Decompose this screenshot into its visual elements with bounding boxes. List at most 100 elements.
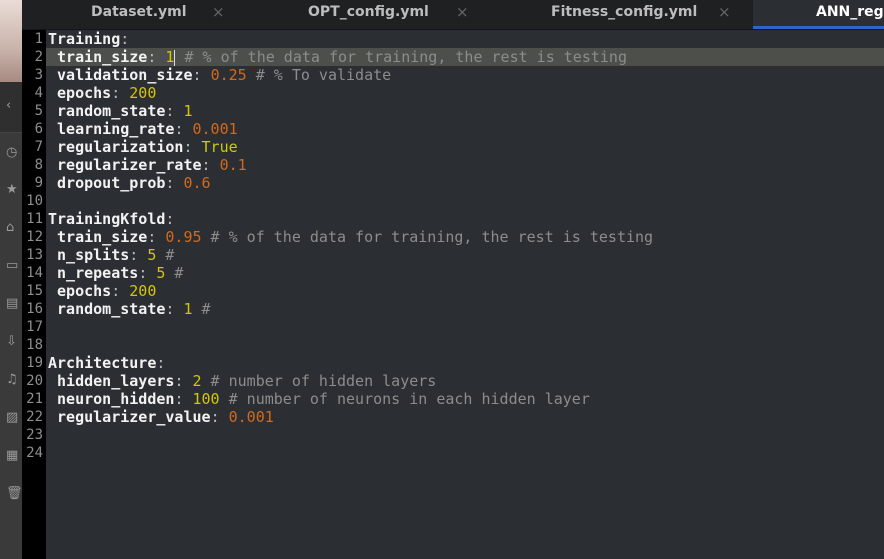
yaml-key: dropout_prob: [57, 174, 166, 192]
comment: # % of the data for training, the rest i…: [201, 228, 654, 246]
yaml-value: 0.95: [165, 228, 202, 246]
tab-fitness-config[interactable]: Fitness_config.yml ×: [487, 0, 753, 29]
home-icon[interactable]: ⌂: [6, 220, 14, 235]
separator: :: [147, 48, 166, 66]
yaml-key: regularizer_rate: [57, 156, 202, 174]
code-line: epochs: 200: [46, 84, 884, 102]
separator: :: [174, 372, 193, 390]
code-line: learning_rate: 0.001: [46, 120, 884, 138]
downloads-icon[interactable]: ⇩: [6, 334, 17, 349]
line-number: 21: [26, 391, 43, 407]
code-line: TrainingKfold:: [46, 210, 884, 228]
code-line: train_size: 1 # % of the data for traini…: [46, 48, 884, 66]
yaml-key: TrainingKfold: [48, 210, 166, 228]
yaml-key: random_state: [57, 102, 166, 120]
code-line: epochs: 200: [46, 282, 884, 300]
separator: :: [111, 282, 130, 300]
back-button[interactable]: ‹: [0, 82, 22, 133]
yaml-key: epochs: [57, 84, 112, 102]
yaml-value: 100: [192, 390, 220, 408]
line-number: 5: [34, 103, 43, 119]
documents-icon[interactable]: ▤: [6, 296, 18, 311]
line-number: 2: [34, 49, 43, 65]
separator: :: [174, 390, 193, 408]
separator: :: [129, 246, 148, 264]
yaml-key: train_size: [57, 48, 148, 66]
line-number: 10: [26, 193, 43, 209]
yaml-key: Architecture: [48, 354, 157, 372]
comment: # % of the data for training, the rest i…: [175, 48, 627, 66]
comment: # number of neurons in each hidden layer: [219, 390, 590, 408]
line-number: 8: [34, 157, 43, 173]
line-number: 9: [34, 175, 43, 191]
code-line: Architecture:: [46, 354, 884, 372]
line-number: 11: [26, 211, 43, 227]
yaml-value: 2: [192, 372, 202, 390]
code-line: hidden_layers: 2 # number of hidden laye…: [46, 372, 884, 390]
back-icon: ‹: [6, 98, 12, 113]
close-icon[interactable]: ×: [212, 0, 225, 24]
code-line: Training:: [46, 30, 884, 48]
yaml-key: neuron_hidden: [57, 390, 175, 408]
tab-label: Fitness_config.yml: [551, 4, 698, 20]
yaml-value: 0.1: [219, 156, 247, 174]
code-line: n_splits: 5 #: [46, 246, 884, 264]
yaml-value: 1: [165, 48, 175, 66]
separator: :: [147, 228, 166, 246]
line-number: 22: [26, 409, 43, 425]
yaml-value: 1: [183, 102, 193, 120]
desktop-icon[interactable]: ▭: [6, 258, 18, 273]
separator: :: [183, 138, 202, 156]
tab-opt-config[interactable]: OPT_config.yml ×: [237, 0, 487, 29]
separator: :: [120, 30, 130, 48]
line-number: 6: [34, 121, 43, 137]
yaml-key: n_splits: [57, 246, 130, 264]
editor-text-area[interactable]: Training: train_size: 1 # % of the data …: [46, 30, 884, 559]
tab-dataset[interactable]: Dataset.yml ×: [22, 0, 237, 29]
line-number: 1: [34, 31, 43, 47]
starred-icon[interactable]: ★: [6, 182, 18, 197]
yaml-value: 200: [129, 282, 157, 300]
videos-icon[interactable]: ▦: [6, 448, 18, 463]
close-icon[interactable]: ×: [718, 0, 731, 24]
trash-icon[interactable]: 🗑: [6, 486, 23, 501]
code-line: validation_size: 0.25 # % To validate: [46, 66, 884, 84]
tab-label: ANN_reg.yml: [816, 4, 884, 20]
pictures-icon[interactable]: ▨: [6, 410, 18, 425]
yaml-key: random_state: [57, 300, 166, 318]
line-number: 24: [26, 445, 43, 461]
music-icon[interactable]: ♫: [6, 372, 18, 387]
close-icon[interactable]: ×: [456, 0, 469, 24]
separator: :: [192, 66, 211, 84]
comment: #: [156, 246, 175, 264]
line-number: 20: [26, 373, 43, 389]
recent-icon[interactable]: ◷: [6, 145, 17, 160]
line-number: 12: [26, 229, 43, 245]
line-number: 15: [26, 283, 43, 299]
yaml-value: 0.25: [210, 66, 247, 84]
yaml-key: n_repeats: [57, 264, 139, 282]
tab-label: OPT_config.yml: [308, 4, 429, 20]
code-line: regularization: True: [46, 138, 884, 156]
line-number: 17: [26, 319, 43, 335]
yaml-key: learning_rate: [57, 120, 175, 138]
tab-ann-reg[interactable]: ANN_reg.yml: [753, 0, 884, 29]
separator: :: [138, 264, 157, 282]
yaml-key: epochs: [57, 282, 112, 300]
background-window-sidebar: ‹ ◷ ★ ⌂ ▭ ▤ ⇩ ♫ ▨ ▦ 🗑: [0, 0, 23, 559]
tab-bar: Dataset.yml × OPT_config.yml × Fitness_c…: [22, 0, 884, 30]
yaml-key: Training: [48, 30, 121, 48]
comment: #: [192, 300, 211, 318]
